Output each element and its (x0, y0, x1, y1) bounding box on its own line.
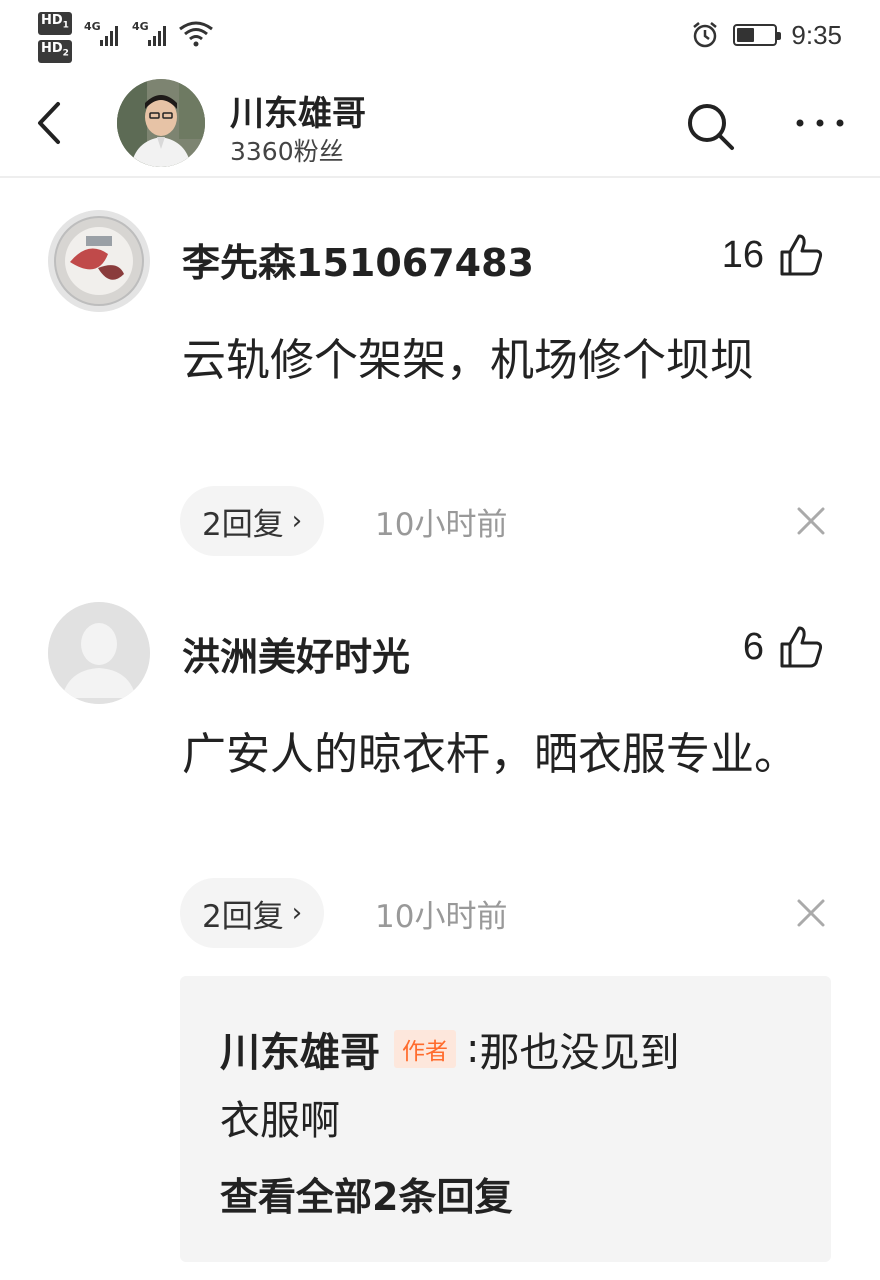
view-all-replies-link[interactable]: 查看全部2条回复 (220, 1166, 512, 1221)
comment-text: 广安人的晾衣杆，晒衣服专业。 (182, 729, 798, 780)
comment-time: 10小时前 (375, 898, 508, 935)
author-name[interactable]: 川东雄哥 (230, 86, 366, 135)
like-button[interactable]: 16 (722, 228, 824, 282)
search-icon[interactable] (684, 100, 736, 152)
wifi-icon (179, 21, 213, 47)
replies-label: 2回复 (202, 506, 284, 543)
commenter-name[interactable]: 洪洲美好时光 (182, 626, 410, 681)
sim2-hd-badge: HD2 (38, 40, 72, 63)
close-icon[interactable] (792, 502, 830, 540)
commenter-name[interactable]: 李先森151067483 (182, 232, 534, 287)
like-count: 6 (742, 625, 764, 668)
commenter-avatar[interactable] (48, 602, 150, 704)
like-button[interactable]: 6 (743, 620, 824, 674)
replies-button[interactable]: 2回复 › (180, 486, 325, 556)
status-time: 9:35 (791, 19, 842, 50)
header: 川东雄哥 3360粉丝 (0, 70, 880, 178)
signal-icon (148, 24, 166, 46)
signal-icon (100, 24, 118, 46)
comment-text: 云轨修个架架，机场修个坝坝 (182, 335, 754, 386)
close-icon[interactable] (792, 894, 830, 932)
reply-author-name[interactable]: 川东雄哥 (220, 1020, 380, 1078)
reply-colon: : (466, 1026, 480, 1072)
sim1-hd-badge: HD1 (38, 12, 72, 35)
back-icon[interactable] (30, 98, 70, 148)
status-right: 9:35 (691, 18, 842, 52)
author-badge: 作者 (394, 1030, 456, 1068)
replies-button[interactable]: 2回复 › (180, 878, 325, 948)
alarm-icon (693, 22, 718, 48)
comment-time: 10小时前 (375, 506, 508, 543)
chevron-right-icon: › (291, 506, 303, 536)
nested-reply-line: 川东雄哥 作者 : 那也没见到 (220, 1020, 679, 1078)
author-avatar[interactable] (117, 79, 205, 167)
thumbs-up-icon (780, 626, 823, 668)
network1-label: 4G (84, 20, 101, 33)
status-bar: HD1 HD2 4G 4G 9:35 (0, 0, 880, 70)
reply-text-line2: 衣服啊 (220, 1098, 340, 1144)
more-icon[interactable] (790, 100, 850, 146)
thumbs-up-icon (780, 234, 823, 276)
commenter-avatar[interactable] (48, 210, 150, 312)
battery-icon (733, 24, 782, 46)
author-fans-count: 3360粉丝 (230, 137, 344, 166)
reply-text-line1: 那也没见到 (479, 1030, 680, 1076)
replies-label: 2回复 (202, 898, 284, 935)
nested-reply-box[interactable]: 川东雄哥 作者 : 那也没见到 衣服啊 查看全部2条回复 (180, 976, 831, 1262)
battery-fill (737, 28, 754, 42)
chevron-right-icon: › (291, 898, 303, 928)
network2-label: 4G (132, 20, 149, 33)
like-count: 16 (721, 233, 764, 276)
